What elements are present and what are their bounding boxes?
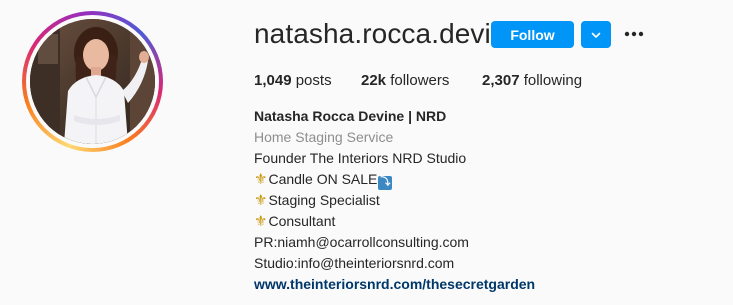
fleur-de-lis-icon: ⚜ [254, 171, 268, 188]
posts-label: posts [295, 72, 332, 89]
bio-line: PR:niamh@ocarrollconsulting.com [254, 234, 469, 250]
bio-line: ⚜Staging Specialist [254, 190, 535, 211]
bio-line: Founder The Interiors NRD Studio [254, 150, 467, 166]
profile-header: natasha.rocca.devine Follow 1,049 posts … [0, 0, 733, 305]
follow-button[interactable]: Follow [491, 21, 574, 48]
full-name: Natasha Rocca Devine | NRD [254, 108, 447, 124]
avatar[interactable] [30, 19, 155, 144]
followers-count: 22k [361, 72, 387, 89]
bio-line: ⚜Candle ON SALE ⤵ [254, 169, 535, 190]
fleur-de-lis-icon: ⚜ [254, 192, 268, 209]
bio-line-text: Staging Specialist [268, 192, 380, 208]
avatar-photo [30, 19, 155, 144]
bio-line: ⚜Consultant [254, 211, 535, 232]
following-label: following [523, 72, 583, 89]
posts-stat: 1,049 posts [254, 72, 332, 89]
posts-count: 1,049 [254, 72, 292, 89]
bio-line-text: Consultant [268, 213, 336, 229]
followers-stat[interactable]: 22k followers [361, 72, 449, 89]
website-link[interactable]: www.theinteriorsnrd.com/thesecretgarden [254, 274, 535, 295]
more-options-icon [624, 31, 644, 37]
profile-bio: Natasha Rocca Devine | NRD Home Staging … [254, 106, 535, 295]
category-label: Home Staging Service [254, 129, 394, 145]
story-ring[interactable] [22, 11, 163, 152]
followers-label: followers [390, 72, 450, 89]
bio-line-text: Candle ON SALE [268, 171, 378, 187]
following-count: 2,307 [482, 72, 520, 89]
down-arrow-badge-icon: ⤵ [378, 175, 393, 190]
profile-username: natasha.rocca.devine [254, 18, 523, 49]
suggested-accounts-button[interactable] [581, 21, 611, 48]
fleur-de-lis-icon: ⚜ [254, 213, 268, 230]
bio-line: Studio:info@theinteriorsnrd.com [254, 255, 455, 271]
following-stat[interactable]: 2,307 following [482, 72, 582, 89]
chevron-down-icon [591, 32, 601, 38]
more-options-button[interactable] [622, 24, 646, 44]
